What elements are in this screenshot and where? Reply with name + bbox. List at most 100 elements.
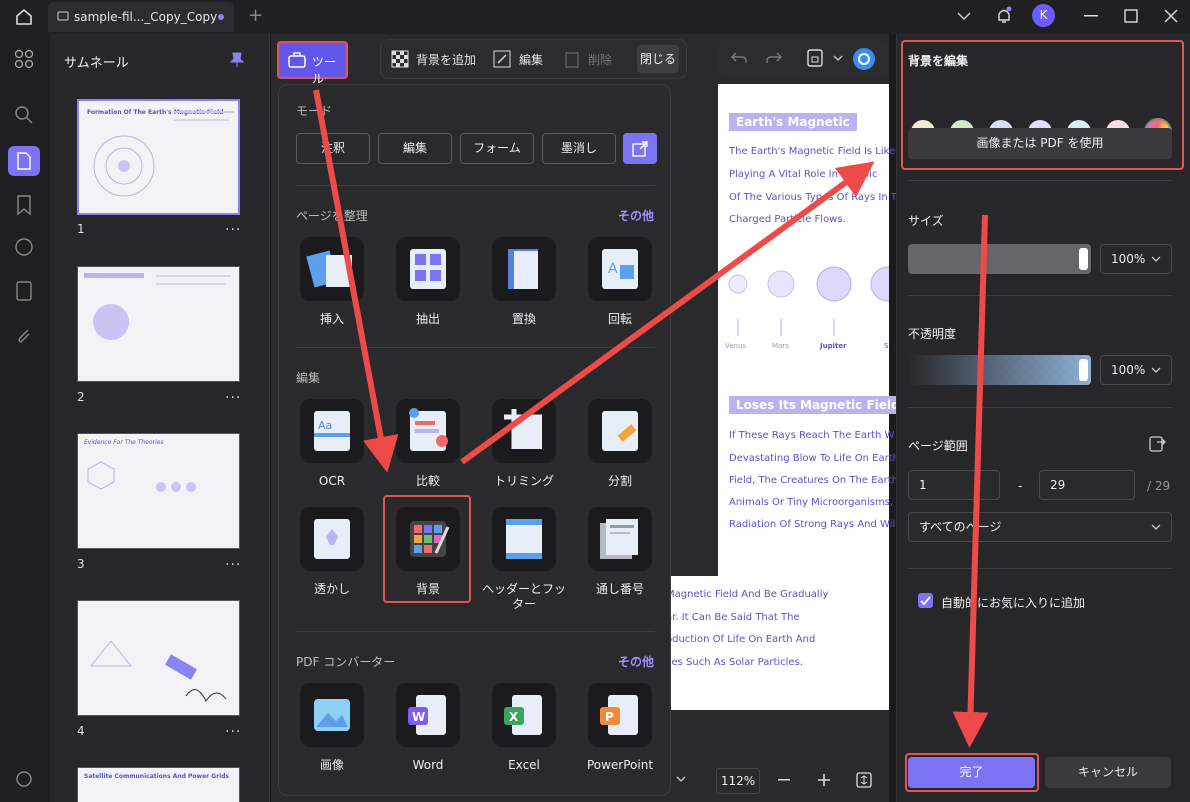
zoom-bar: 112%	[672, 764, 882, 796]
crop-tool[interactable]: トリミング	[481, 399, 567, 489]
size-slider[interactable]	[908, 244, 1091, 274]
page-option-select[interactable]: すべてのページ	[908, 512, 1172, 542]
chevron-down-icon[interactable]	[676, 776, 686, 784]
close-button[interactable]: 閉じる	[637, 45, 679, 73]
save-icon[interactable]	[807, 49, 823, 67]
extract-icon	[396, 237, 460, 301]
page-more-link[interactable]: その他	[618, 207, 654, 224]
extract-tool[interactable]: 抽出	[385, 237, 471, 327]
watermark-tool[interactable]: 透かし	[289, 507, 375, 597]
right-toolbar	[718, 41, 888, 77]
avatar[interactable]: K	[1032, 4, 1055, 27]
opacity-select[interactable]: 100%	[1100, 355, 1172, 385]
bookmark-icon[interactable]	[13, 194, 35, 216]
mode-annotate-button[interactable]: 注釈	[296, 133, 370, 164]
slider-handle[interactable]	[1079, 359, 1088, 381]
crop-icon	[492, 399, 556, 463]
insert-tool[interactable]: 挿入	[289, 237, 375, 327]
excel-icon: X	[492, 683, 556, 747]
thumbnail-number: 3	[77, 557, 85, 571]
new-tab-button[interactable]: +	[248, 5, 263, 26]
thumbnail-more-button[interactable]: ...	[225, 386, 241, 402]
search-icon[interactable]	[13, 104, 35, 126]
compare-icon	[396, 399, 460, 463]
zoom-level[interactable]: 112%	[716, 768, 760, 794]
convert-section-header: PDF コンバーター	[296, 655, 396, 669]
chevron-down-icon[interactable]	[957, 11, 971, 21]
divider	[908, 407, 1172, 408]
checkmark-icon	[920, 596, 931, 606]
replace-tool[interactable]: 置換	[481, 237, 567, 327]
thumbnail-page-1[interactable]: Formation Of The Earth's Magnetic Field	[77, 99, 240, 215]
split-tool[interactable]: 分割	[577, 399, 663, 489]
thumbnail-page-3[interactable]: Evidence For The Theories	[77, 433, 240, 549]
header-footer-tool[interactable]: ヘッダーとフッター	[481, 507, 567, 612]
convert-more-link[interactable]: その他	[618, 653, 654, 670]
mode-redact-button[interactable]: 墨消し	[542, 133, 616, 164]
thumbnail-more-button[interactable]: ...	[225, 720, 241, 736]
thumbnail-more-button[interactable]: ...	[225, 218, 241, 234]
fit-page-icon[interactable]	[856, 772, 872, 788]
zoom-out-icon[interactable]	[778, 779, 790, 781]
image-icon	[300, 683, 364, 747]
page-icon	[17, 152, 31, 170]
pages-tab[interactable]	[8, 146, 40, 176]
edit-icon	[493, 50, 511, 68]
document-icon	[57, 11, 69, 21]
ai-assistant-icon[interactable]	[852, 47, 876, 71]
range-from-input[interactable]: 1	[908, 470, 1000, 500]
range-to-input[interactable]: 29	[1039, 470, 1135, 500]
cancel-button[interactable]: キャンセル	[1045, 757, 1171, 788]
to-excel-tool[interactable]: X Excel	[481, 683, 567, 773]
to-image-tool[interactable]: 画像	[289, 683, 375, 773]
to-powerpoint-tool[interactable]: P PowerPoint	[577, 683, 663, 773]
tools-button[interactable]: ツール	[277, 41, 348, 86]
minimize-icon[interactable]	[1084, 15, 1098, 17]
thumbnail-number: 1	[77, 222, 85, 236]
grid-icon[interactable]	[13, 48, 35, 70]
delete-button[interactable]: 削除	[588, 51, 612, 68]
pin-icon[interactable]	[230, 52, 244, 68]
attachment-list-icon[interactable]	[13, 280, 35, 302]
add-background-button[interactable]: 背景を追加	[416, 51, 476, 68]
edit-button[interactable]: 編集	[519, 51, 543, 68]
svg-text:A: A	[608, 261, 618, 277]
mode-form-button[interactable]: フォーム	[460, 133, 534, 164]
use-image-or-pdf-button[interactable]: 画像または PDF を使用	[908, 128, 1172, 159]
thumbnail-more-button[interactable]: ...	[225, 553, 241, 569]
open-external-button[interactable]	[623, 133, 657, 164]
compare-tool[interactable]: 比較	[385, 399, 471, 489]
redo-icon[interactable]	[766, 51, 782, 65]
comment-icon[interactable]	[13, 236, 35, 258]
to-word-tool[interactable]: W Word	[385, 683, 471, 773]
bell-icon[interactable]	[995, 6, 1013, 26]
thumbnail-page-2[interactable]	[77, 266, 240, 382]
chevron-down-icon[interactable]	[833, 55, 843, 63]
page-section-header: ページを整理	[296, 209, 368, 223]
bates-number-tool[interactable]: 通し番号	[577, 507, 663, 597]
thumbnail-page-4[interactable]	[77, 600, 240, 716]
opacity-slider[interactable]	[908, 355, 1091, 385]
maximize-icon[interactable]	[1124, 9, 1138, 23]
range-total: / 29	[1147, 479, 1171, 493]
zoom-in-icon[interactable]	[818, 774, 830, 786]
thumbnail-page-5[interactable]: Satellite Communications And Power Grids	[77, 767, 240, 802]
paperclip-icon[interactable]	[13, 324, 35, 346]
undo-icon[interactable]	[731, 51, 747, 65]
theme-icon[interactable]	[13, 768, 35, 790]
size-select[interactable]: 100%	[1100, 244, 1172, 274]
page-range-settings-icon[interactable]	[1149, 434, 1167, 452]
document-tab[interactable]: sample-fil..._Copy_Copy	[48, 2, 234, 32]
done-button[interactable]: 完了	[908, 757, 1035, 788]
mode-edit-button[interactable]: 編集	[378, 133, 452, 164]
auto-favorite-checkbox[interactable]	[918, 593, 933, 608]
divider	[296, 185, 655, 186]
slider-handle[interactable]	[1079, 248, 1088, 270]
chevron-down-icon	[1151, 367, 1161, 373]
rotate-tool[interactable]: A 回転	[577, 237, 663, 327]
tools-popup: モード 注釈 編集 フォーム 墨消し ページを整理 その他 挿入 抽出 置換 A…	[278, 84, 671, 796]
close-icon[interactable]	[1164, 9, 1178, 23]
home-icon[interactable]	[14, 7, 34, 27]
ocr-tool[interactable]: Aa OCR	[289, 399, 375, 489]
range-dash: -	[1018, 479, 1023, 493]
